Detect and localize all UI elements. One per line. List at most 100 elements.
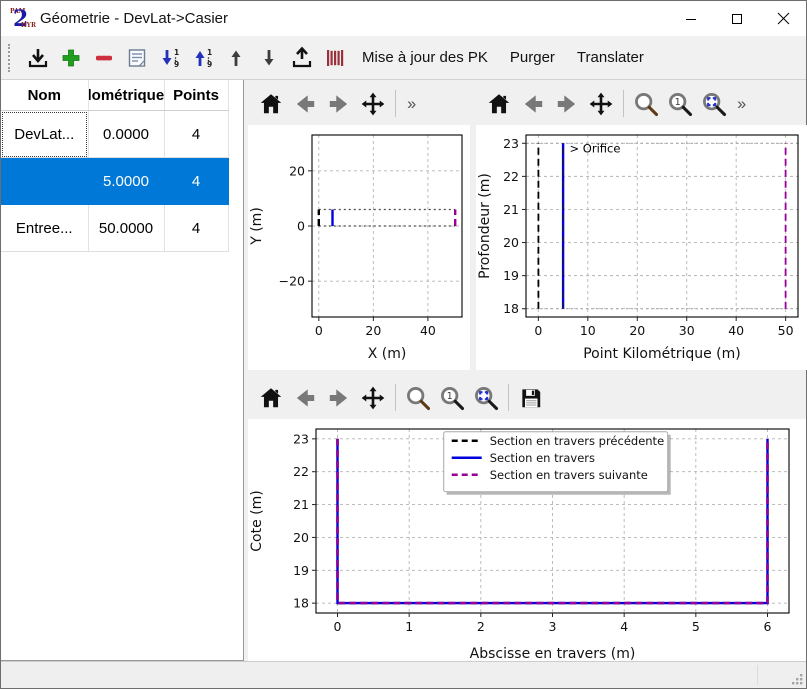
import-icon [26,46,50,70]
plan-plot-canvas[interactable]: 02040−20020X (m)Y (m) [248,125,470,370]
cell-points[interactable]: 4 [164,205,228,252]
home-icon [258,385,284,411]
zoom-button[interactable] [629,87,663,121]
cell-pk[interactable]: 50.0000 [88,205,164,252]
profile-toolbar: 1 ›› [476,82,807,125]
svg-text:23: 23 [293,431,309,446]
toolbar-drag-handle[interactable] [8,44,15,72]
update-stripes-button[interactable] [318,41,351,74]
cross-section-card: 1 [248,376,806,670]
svg-text:Y (m): Y (m) [249,207,265,246]
cell-points[interactable]: 4 [164,111,228,158]
back-button[interactable] [516,87,550,121]
app-icon: PAM 2 HYR [10,8,32,30]
edit-notes-button[interactable] [120,41,153,74]
save-button[interactable] [514,381,548,415]
pan-button[interactable] [584,87,618,121]
resize-grip[interactable] [790,672,804,686]
profile-plot-canvas[interactable]: 01020304050181920212223Point Kilométriqu… [476,125,807,370]
svg-text:18: 18 [503,301,519,316]
zoom-one-button[interactable]: 1 [663,87,697,121]
zoom-fit-button[interactable] [697,87,731,121]
statusbar [1,661,806,688]
cell-nom[interactable] [1,158,88,205]
delete-row-button[interactable] [87,41,120,74]
move-up-button[interactable] [219,41,252,74]
table-row: DevLat... 0.0000 4 [1,111,228,158]
zoom-fit-button[interactable] [469,381,503,415]
forward-icon [326,385,352,411]
svg-text:Point Kilométrique (m): Point Kilométrique (m) [583,346,741,362]
maximize-button[interactable] [714,1,760,36]
forward-icon [326,91,352,117]
home-icon [486,91,512,117]
home-button[interactable] [482,87,516,121]
column-header-points[interactable]: Points [164,80,228,111]
svg-text:10: 10 [580,323,596,338]
add-row-button[interactable] [54,41,87,74]
sections-table-panel: Nom Kilométrique Points DevLat... 0.0000… [1,80,244,661]
cell-points[interactable]: 4 [164,158,228,205]
update-pk-button[interactable]: Mise à jour des PK [351,42,499,73]
pan-button[interactable] [356,87,390,121]
svg-text:1: 1 [405,619,413,634]
back-icon [292,385,318,411]
svg-text:40: 40 [420,323,436,338]
svg-text:Section en travers: Section en travers [490,451,595,465]
sections-table: Nom Kilométrique Points DevLat... 0.0000… [1,80,229,252]
plan-toolbar: ›› [248,82,470,125]
content-area: Nom Kilométrique Points DevLat... 0.0000… [1,80,806,661]
minimize-button[interactable] [668,1,714,36]
svg-text:20: 20 [503,235,519,250]
move-down-button[interactable] [252,41,285,74]
chart-svg: 0123456181920212223Abscisse en travers (… [248,419,805,665]
cell-nom[interactable]: DevLat... [1,111,88,158]
svg-text:18: 18 [293,596,309,611]
pan-icon [360,385,386,411]
pan-icon [588,91,614,117]
cell-pk[interactable]: 0.0000 [88,111,164,158]
home-button[interactable] [254,381,288,415]
home-icon [258,91,284,117]
purge-button[interactable]: Purger [499,42,566,73]
svg-text:Section en travers suivante: Section en travers suivante [490,468,648,482]
plan-view-card: ›› 02040−20020X (m)Y (m) [248,82,470,370]
column-header-nom[interactable]: Nom [1,80,88,111]
zoom-button[interactable] [401,381,435,415]
svg-text:3: 3 [549,619,557,634]
sort-ascending-button[interactable]: 1 9 [186,41,219,74]
svg-text:5: 5 [692,619,700,634]
zoom-icon [632,90,660,118]
svg-text:2: 2 [477,619,485,634]
pan-button[interactable] [356,381,390,415]
close-button[interactable] [760,1,806,36]
svg-text:> Orifice: > Orifice [570,142,621,156]
back-button[interactable] [288,87,322,121]
home-button[interactable] [254,87,288,121]
column-header-kilometrique[interactable]: Kilométrique [88,80,164,111]
back-button[interactable] [288,381,322,415]
toolbar-overflow-button[interactable]: ›› [403,94,418,114]
zoom-one-button[interactable]: 1 [435,381,469,415]
sort-ascending-icon: 1 9 [191,46,215,70]
cross-section-toolbar: 1 [248,376,806,419]
delete-icon [92,46,116,70]
cell-nom[interactable]: Entree... [1,205,88,252]
svg-text:20: 20 [289,163,305,178]
toolbar-overflow-button[interactable]: ›› [733,94,748,114]
titlebar: PAM 2 HYR Géometrie - DevLat->Casier [1,1,806,36]
cross-section-plot-canvas[interactable]: 0123456181920212223Abscisse en travers (… [248,419,806,670]
translate-button[interactable]: Translater [566,42,655,73]
svg-text:40: 40 [728,323,744,338]
svg-text:4: 4 [620,619,628,634]
export-button[interactable] [285,41,318,74]
cell-pk[interactable]: 5.0000 [88,158,164,205]
svg-text:Cote (m): Cote (m) [249,490,265,551]
sort-descending-button[interactable]: 1 9 [153,41,186,74]
forward-button[interactable] [550,87,584,121]
toolbar-separator [623,90,624,117]
import-button[interactable] [21,41,54,74]
forward-button[interactable] [322,87,356,121]
svg-text:20: 20 [629,323,645,338]
forward-button[interactable] [322,381,356,415]
